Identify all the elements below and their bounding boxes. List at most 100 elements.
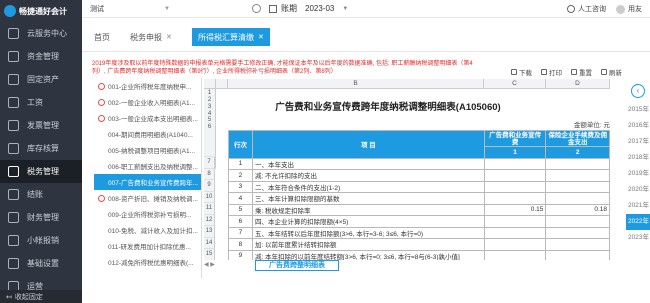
year-item[interactable]: 2018年 — [626, 150, 650, 166]
amount-unit: 金额单位: 元 — [573, 122, 610, 129]
logo-text: 畅捷通好会计 — [19, 6, 67, 16]
list-item[interactable]: 002-一般企业收入明细表(A1... — [94, 94, 201, 110]
ad-expense-cell[interactable] — [483, 249, 547, 260]
insurance-commission-cell[interactable] — [545, 226, 610, 239]
ad-expense-cell[interactable]: 0.15 — [483, 203, 547, 216]
company-selector[interactable]: 测试 — [90, 4, 104, 14]
sidebar-item[interactable]: 固定资产 — [0, 68, 82, 91]
year-item[interactable]: 2023年 — [626, 230, 650, 246]
print-icon — [541, 69, 547, 75]
list-item[interactable]: 004-期间费用明细表(A1040... — [94, 126, 201, 142]
list-item[interactable]: 009-企业所得税弥补亏损明... — [94, 206, 201, 222]
ad-expense-cell[interactable] — [483, 215, 547, 228]
insurance-commission-cell[interactable] — [545, 249, 610, 260]
avatar[interactable] — [616, 4, 625, 14]
sidebar-item[interactable]: 资金管理 — [0, 45, 82, 68]
list-item-label: 002-一般企业收入明细表(A1... — [108, 100, 196, 107]
refresh-button[interactable]: 刷新 — [601, 67, 622, 77]
col-header[interactable]: D — [546, 79, 610, 89]
col-header — [216, 79, 228, 89]
insurance-commission-cell[interactable] — [545, 169, 610, 182]
ad-expense-cell[interactable] — [483, 157, 547, 170]
col-header[interactable]: B — [228, 79, 484, 89]
sheet-tab[interactable]: 广告费跨整明细表 — [255, 260, 339, 271]
sidebar-item[interactable]: 小帐报销 — [0, 229, 82, 252]
user-name[interactable]: 用友 — [628, 4, 642, 14]
year-item[interactable]: 2017年 — [626, 134, 650, 150]
tab-home[interactable]: 首页 — [88, 28, 116, 46]
insurance-commission-cell[interactable] — [545, 157, 610, 170]
gear-icon[interactable] — [252, 4, 261, 13]
ad-expense-cell[interactable] — [483, 192, 547, 205]
sheet-nav[interactable]: ◀ ▶ — [204, 260, 244, 271]
sidebar-item[interactable]: 基础设置 — [0, 252, 82, 275]
support-button[interactable]: 人工咨询 — [578, 4, 606, 14]
collapse-sidebar-button[interactable]: ↤ 收起固定 — [0, 290, 82, 303]
row-number: 15 — [204, 249, 215, 260]
item-cell: 三、本年计算扣除限额的基数 — [251, 192, 485, 205]
list-item-label: 011-研发费用加计扣除优惠... — [108, 244, 191, 251]
ad-expense-cell[interactable] — [483, 180, 547, 193]
year-item[interactable]: 2021年 — [626, 198, 650, 214]
print-button[interactable]: 打印 — [541, 67, 562, 77]
sidebar-item[interactable]: 工资 — [0, 91, 82, 114]
status-dot-icon — [98, 82, 105, 90]
year-item[interactable]: 2019年 — [626, 166, 650, 182]
period-value[interactable]: 2023-03 — [305, 4, 334, 13]
item-cell: 乘: 税收规定扣除率 — [251, 203, 485, 216]
year-item[interactable]: 2015年 — [626, 102, 650, 118]
sidebar-item-label: 小帐报销 — [27, 236, 59, 245]
close-icon[interactable]: ✕ — [258, 33, 264, 41]
ad-expense-cell[interactable] — [483, 169, 547, 182]
row-number: 7 — [204, 157, 215, 169]
year-item[interactable]: 2020年 — [626, 182, 650, 198]
back-icon[interactable]: ‹ — [631, 84, 645, 98]
list-item[interactable]: 007-广告费和业务宣传费跨年... — [94, 174, 201, 190]
ad-expense-cell[interactable] — [483, 226, 547, 239]
sidebar-item[interactable]: 结账 — [0, 183, 82, 206]
tab-tax-declaration[interactable]: 税务申报 ✕ — [124, 28, 178, 46]
insurance-commission-cell[interactable] — [545, 238, 610, 251]
list-item[interactable]: 008-资产折旧、摊销及纳税调... — [94, 190, 201, 206]
tab-income-tax-settlement[interactable]: 所得税汇算清缴 ✕ — [192, 28, 270, 46]
insurance-commission-cell[interactable] — [545, 192, 610, 205]
list-item[interactable]: 005-纳税调整项目明细表(A1... — [94, 142, 201, 158]
list-item[interactable]: 011-研发费用加计扣除优惠... — [94, 238, 201, 254]
sidebar-item-label: 云服务中心 — [27, 29, 67, 38]
sidebar-item-label: 基础设置 — [27, 259, 59, 268]
list-item[interactable]: 001-企业所得税年度纳税申... — [94, 78, 201, 94]
table-row: 5 乘: 税收规定扣除率 0.15 0.18 — [228, 203, 610, 216]
period-chevron-icon[interactable]: ▼ — [342, 6, 348, 12]
status-dot-icon — [98, 114, 105, 122]
sidebar-item[interactable]: 财务管理 — [0, 206, 82, 229]
list-item[interactable]: 006-职工薪酬支出及纳税调整... — [94, 158, 201, 174]
sidebar-item[interactable]: 库存核算 — [0, 137, 82, 160]
year-item[interactable]: 2016年 — [626, 118, 650, 134]
list-item[interactable]: 010-免税、减计收入及加计扣... — [94, 222, 201, 238]
sidebar-item[interactable]: 云服务中心 — [0, 22, 82, 45]
download-button[interactable]: 下载 — [511, 67, 532, 77]
sidebar-item[interactable]: 发票管理 — [0, 114, 82, 137]
sidebar-item[interactable]: 税务管理 — [0, 160, 82, 183]
asset-icon — [8, 74, 19, 85]
top-bar: 测试 ▼ 账期 2023-03 ▼ 人工咨询 用友 — [82, 0, 650, 18]
list-item[interactable]: 012-减免所得税优惠明细表(... — [94, 254, 201, 270]
sheet-title: 广告费和业务宣传费跨年度纳税调整明细表(A105060) — [275, 102, 501, 113]
list-item-label: 010-免税、减计收入及加计扣... — [108, 228, 198, 235]
insurance-commission-cell[interactable]: 0.18 — [545, 203, 610, 216]
list-item-label: 003-一般企业成本支出明细表... — [108, 116, 198, 123]
period-selector[interactable]: 账期 2023-03 ▼ — [252, 3, 356, 14]
tab-bar: 首页 税务申报 ✕ 所得税汇算清缴 ✕ — [82, 18, 650, 52]
insurance-commission-cell[interactable] — [545, 215, 610, 228]
chevron-down-icon[interactable]: ▼ — [164, 6, 170, 12]
ad-expense-cell[interactable] — [483, 238, 547, 251]
insurance-commission-cell[interactable] — [545, 180, 610, 193]
list-item[interactable]: 003-一般企业成本支出明细表... — [94, 110, 201, 126]
line-no-cell: 6 — [228, 215, 253, 228]
tab-label: 税务申报 — [130, 32, 162, 42]
invoice-icon — [8, 120, 19, 131]
year-item[interactable]: 2022年 — [626, 214, 650, 230]
close-icon[interactable]: ✕ — [166, 33, 172, 41]
col-header[interactable]: C — [484, 79, 546, 89]
reset-button[interactable]: 重置 — [571, 67, 592, 77]
